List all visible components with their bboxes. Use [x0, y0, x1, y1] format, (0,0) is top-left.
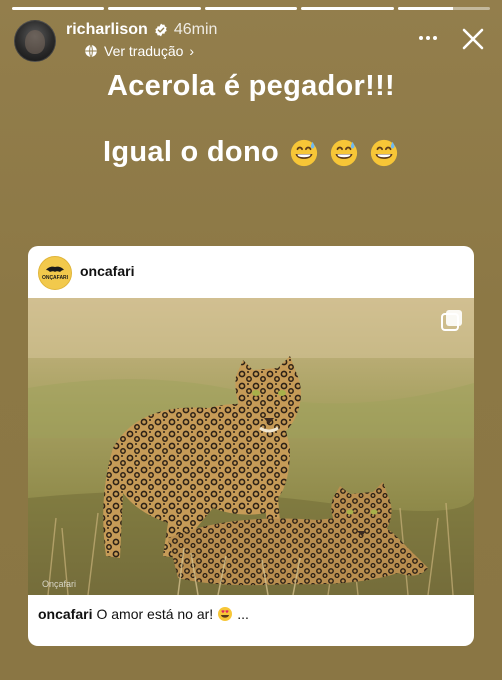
globe-icon	[85, 44, 97, 58]
more-options-icon[interactable]	[416, 28, 440, 48]
progress-bar	[12, 7, 105, 10]
jaguar-photo[interactable]: Onçafari	[28, 298, 474, 595]
grinning-sweat-emoji-icon	[290, 139, 318, 166]
post-username[interactable]: oncafari	[80, 263, 134, 279]
avatar[interactable]	[14, 20, 56, 62]
story-text-line-1: Acerola é pegador!!!	[107, 70, 395, 102]
story-viewer[interactable]: richarlison 46min Ver tradução › Acerola…	[0, 0, 502, 680]
post-caption-username[interactable]: oncafari	[38, 606, 92, 622]
user-line: richarlison 46min	[66, 21, 217, 39]
post-time: 46min	[173, 21, 218, 38]
post-caption-text: O amor está no ar!	[96, 606, 214, 622]
story-text-line-2-label: Igual o dono	[103, 136, 279, 168]
post-caption: oncafari O amor está no ar! ...	[38, 606, 464, 622]
progress-bar	[204, 7, 298, 10]
story-progress-bars	[12, 7, 491, 10]
grinning-sweat-emoji-icon	[370, 139, 398, 166]
heart-eyes-emoji-icon	[218, 607, 233, 621]
username[interactable]: richarlison	[66, 21, 148, 39]
progress-bar-current	[397, 7, 491, 10]
progress-bar	[301, 7, 394, 10]
close-icon[interactable]	[458, 24, 488, 54]
chevron-right-icon: ›	[189, 43, 195, 59]
translate-link[interactable]: Ver tradução ›	[84, 43, 194, 59]
post-caption-ellipsis: ...	[237, 606, 249, 622]
progress-bar	[108, 7, 201, 10]
post-header: ONÇAFARI oncafari	[28, 246, 474, 298]
story-text-line-2: Igual o dono	[0, 136, 502, 169]
shared-post-card[interactable]: ONÇAFARI oncafari Onçafari oncafari O am…	[28, 246, 474, 646]
story-header: richarlison 46min Ver tradução ›	[14, 18, 488, 62]
svg-text:ONÇAFARI: ONÇAFARI	[42, 275, 69, 281]
grinning-sweat-emoji-icon	[330, 139, 358, 166]
translate-label: Ver tradução	[104, 43, 184, 59]
verified-badge-icon	[155, 23, 167, 37]
image-credit: Onçafari	[42, 579, 76, 589]
oncafari-logo-icon: ONÇAFARI	[42, 266, 69, 281]
post-avatar[interactable]: ONÇAFARI	[38, 256, 72, 290]
